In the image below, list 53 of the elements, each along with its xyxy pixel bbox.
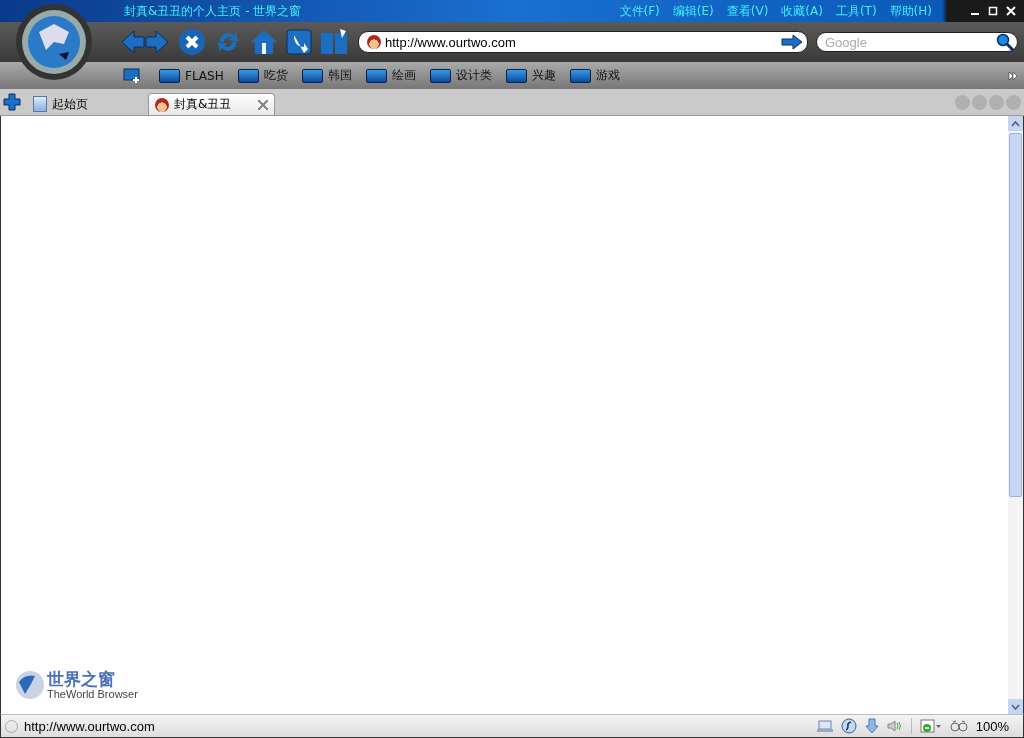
zoom-level[interactable]: 100% <box>975 718 1009 734</box>
bookmark-folder[interactable]: FLASH <box>185 68 224 83</box>
status-url: http://www.ourtwo.com <box>24 718 156 734</box>
zoom-glasses-icon[interactable] <box>949 720 968 732</box>
scroll-thumb[interactable] <box>1009 133 1022 497</box>
window-title: 封真&丑丑的个人主页 - 世界之窗 <box>124 2 303 20</box>
history-icon[interactable] <box>286 29 312 55</box>
folder-icon[interactable] <box>301 68 323 83</box>
folder-icon[interactable] <box>159 68 180 83</box>
maximize-icon[interactable] <box>988 6 998 16</box>
new-tab-plus-icon[interactable] <box>3 93 21 111</box>
bookmark-folder[interactable]: 游戏 <box>595 67 620 84</box>
bookmark-folder[interactable]: 绘画 <box>391 67 416 84</box>
bookmark-folder[interactable]: 设计类 <box>455 67 492 84</box>
menu-item[interactable]: 帮助(H) <box>889 2 932 20</box>
folder-icon[interactable] <box>429 68 451 83</box>
home-icon[interactable] <box>250 28 278 56</box>
menu-item[interactable]: 工具(T) <box>835 2 877 20</box>
more-chevron-icon[interactable] <box>1008 70 1018 81</box>
folder-icon[interactable] <box>505 68 527 83</box>
close-tab-icon[interactable] <box>258 99 268 110</box>
bookmark-folder[interactable]: 兴趣 <box>531 67 556 84</box>
browser-tab[interactable]: 封真&丑丑 <box>148 93 275 115</box>
menu-item[interactable]: 编辑(E) <box>672 2 714 20</box>
site-favicon-icon <box>155 97 169 112</box>
search-field[interactable]: Google <box>816 32 1018 52</box>
folder-icon[interactable] <box>365 68 387 83</box>
browser-tab[interactable]: 起始页 <box>27 93 140 115</box>
vertical-scrollbar[interactable] <box>1008 116 1023 714</box>
go-arrow-icon[interactable] <box>781 34 803 50</box>
bookmark-folder[interactable]: 韩国 <box>327 67 352 84</box>
popup-block-icon[interactable] <box>919 719 942 733</box>
book-icon[interactable] <box>320 29 348 55</box>
folder-icon[interactable] <box>237 68 259 83</box>
site-favicon-icon <box>367 35 381 49</box>
download-arrow-icon[interactable] <box>864 718 879 734</box>
scroll-down-icon[interactable] <box>1008 699 1023 714</box>
page-icon <box>33 96 47 112</box>
menu-item[interactable]: 文件(F) <box>619 2 660 20</box>
flash-icon[interactable] <box>840 718 857 734</box>
folder-icon[interactable] <box>569 68 591 83</box>
scroll-up-icon[interactable] <box>1008 116 1023 131</box>
address-bar[interactable]: http://www.ourtwo.com <box>358 31 808 53</box>
menu-item[interactable]: 收藏(A) <box>781 2 823 20</box>
speaker-icon[interactable] <box>886 719 903 733</box>
browser-watermark-logo: 世界之窗 TheWorld Browser <box>15 670 138 700</box>
add-bookmark-icon[interactable] <box>123 67 141 84</box>
url-text: http://www.ourtwo.com <box>385 34 517 50</box>
search-icon[interactable] <box>996 33 1014 51</box>
close-icon[interactable] <box>1006 6 1016 16</box>
bookmark-folder[interactable]: 吃货 <box>263 67 288 84</box>
menu-item[interactable]: 查看(V) <box>726 2 769 20</box>
stop-icon[interactable] <box>178 28 206 56</box>
